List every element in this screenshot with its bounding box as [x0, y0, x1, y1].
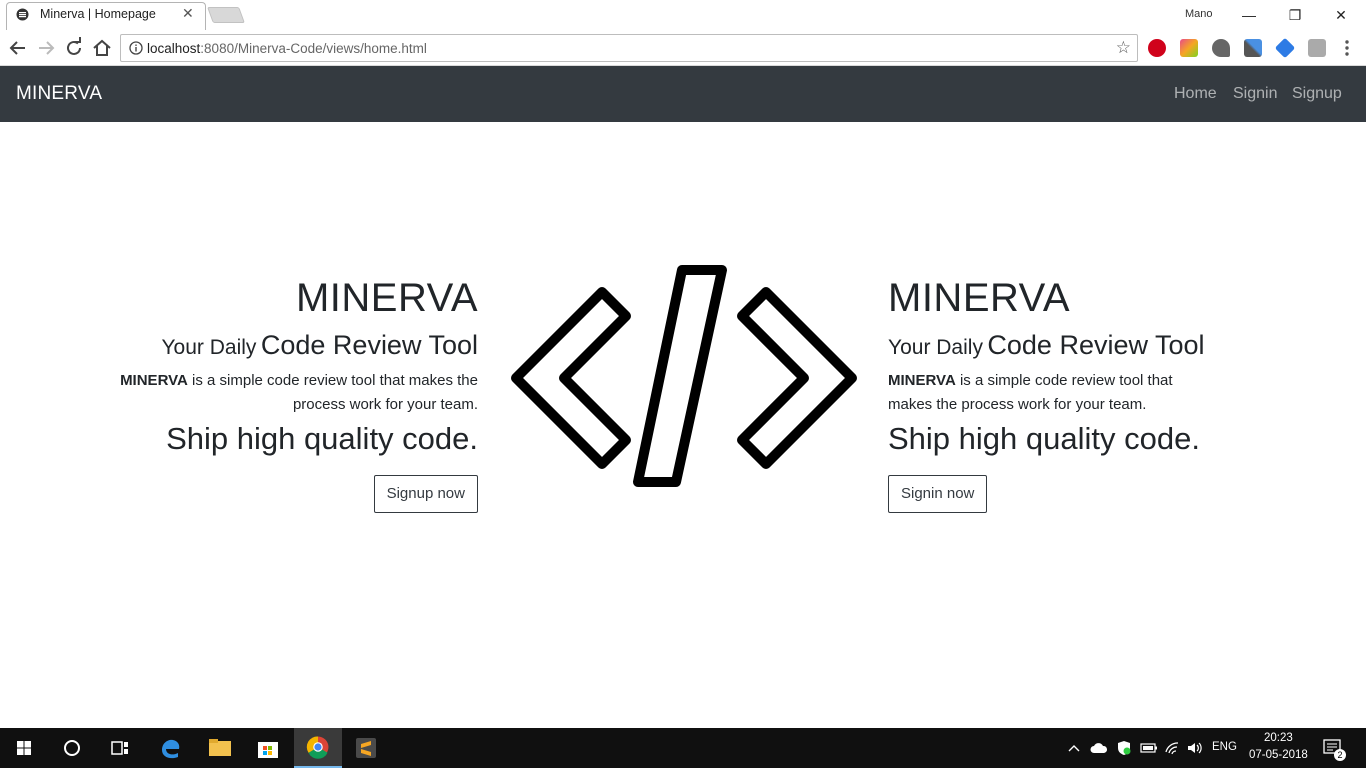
close-window-icon[interactable]: ✕	[1318, 2, 1364, 28]
tab-close-icon[interactable]: ✕	[182, 5, 194, 22]
bookmark-star-icon[interactable]: ☆	[1116, 38, 1131, 58]
file-explorer-icon[interactable]	[196, 728, 244, 768]
hero-right-title: MINERVA	[888, 276, 1071, 320]
store-icon[interactable]	[244, 728, 292, 768]
sublime-text-icon[interactable]	[342, 728, 390, 768]
hero-left-desc-text: is a simple code review tool that makes …	[187, 372, 478, 413]
hero-left-tagline: Ship high quality code.	[166, 421, 478, 456]
globe-icon	[16, 8, 29, 21]
profile-name[interactable]: Mano	[1182, 7, 1216, 21]
windows-taskbar: ENG 20:23 07-05-2018 2	[0, 728, 1366, 768]
hero-right-subtitle-bold: Code Review Tool	[987, 330, 1205, 360]
new-tab-button[interactable]	[207, 7, 245, 23]
browser-tabstrip: Minerva | Homepage ✕ Mano — ❐ ✕	[0, 0, 1366, 30]
tag-extension-icon[interactable]	[1274, 37, 1296, 59]
minimize-icon[interactable]: —	[1226, 2, 1272, 28]
hero-right-desc-brand: MINERVA	[888, 372, 956, 389]
clock-date[interactable]: 07-05-2018	[1249, 749, 1308, 761]
code-brackets-icon	[511, 265, 857, 487]
notification-count-badge[interactable]: 2	[1334, 749, 1346, 761]
wifi-icon[interactable]	[1164, 740, 1180, 756]
color-extension-icon[interactable]	[1180, 39, 1198, 57]
hero-right-section: MINERVA Your Daily Code Review Tool MINE…	[888, 270, 1308, 513]
windows-start-icon[interactable]	[0, 728, 48, 768]
volume-icon[interactable]	[1186, 740, 1204, 756]
hero-left-subtitle: Your Daily Code Review Tool	[100, 328, 478, 367]
address-bar[interactable]: localhost:8080/Minerva-Code/views/home.h…	[120, 34, 1138, 62]
reload-icon[interactable]	[62, 36, 86, 60]
brush-extension-icon[interactable]	[1212, 39, 1230, 57]
nav-link-signin[interactable]: Signin	[1233, 85, 1277, 103]
hero-left-title: MINERVA	[295, 276, 478, 320]
cube-extension-icon[interactable]	[1308, 39, 1326, 57]
url-path: :8080/Minerva-Code/views/home.html	[200, 41, 427, 56]
signup-now-button[interactable]: Signup now	[373, 475, 478, 513]
hero-right-description: MINERVA is a simple code review tool tha…	[888, 369, 1208, 417]
home-icon[interactable]	[90, 36, 114, 60]
adblock-icon[interactable]	[1148, 39, 1166, 57]
tab-title: Minerva | Homepage	[40, 7, 156, 21]
signin-now-button[interactable]: Signin now	[888, 475, 988, 513]
hero-right-tagline: Ship high quality code.	[888, 421, 1200, 456]
defender-shield-icon[interactable]	[1116, 740, 1132, 756]
hero-right-subtitle: Your Daily Code Review Tool	[888, 328, 1308, 367]
info-icon[interactable]	[129, 41, 143, 55]
task-view-icon[interactable]	[96, 728, 144, 768]
nav-link-home[interactable]: Home	[1174, 85, 1217, 103]
url-text[interactable]: localhost:8080/Minerva-Code/views/home.h…	[147, 41, 427, 56]
edge-browser-icon[interactable]	[146, 728, 194, 768]
hero-left-subtitle-bold: Code Review Tool	[260, 330, 478, 360]
hero-left-subtitle-light: Your Daily	[161, 336, 257, 359]
site-navbar: MINERVA Home Signin Signup	[0, 66, 1366, 122]
battery-icon[interactable]	[1140, 741, 1158, 755]
forward-icon[interactable]	[34, 36, 58, 60]
tray-chevron-up-icon[interactable]	[1068, 740, 1080, 756]
eyedropper-icon[interactable]	[1244, 39, 1262, 57]
hero-left-section: MINERVA Your Daily Code Review Tool MINE…	[100, 270, 478, 513]
nav-link-signup[interactable]: Signup	[1292, 85, 1342, 103]
onedrive-cloud-icon[interactable]	[1090, 741, 1108, 755]
back-icon[interactable]	[6, 36, 30, 60]
cortana-search-icon[interactable]	[48, 728, 96, 768]
hero-left-desc-brand: MINERVA	[120, 372, 188, 389]
more-menu-icon[interactable]	[1344, 38, 1350, 58]
hero-left-description: MINERVA is a simple code review tool tha…	[100, 369, 478, 417]
chrome-icon[interactable]	[294, 728, 342, 768]
browser-toolbar: localhost:8080/Minerva-Code/views/home.h…	[0, 30, 1366, 66]
input-language[interactable]: ENG	[1212, 741, 1237, 753]
hero-right-subtitle-light: Your Daily	[888, 336, 983, 359]
clock-time[interactable]: 20:23	[1264, 732, 1293, 744]
restore-icon[interactable]: ❐	[1272, 2, 1318, 28]
url-host: localhost	[147, 41, 201, 56]
navbar-brand[interactable]: MINERVA	[16, 83, 102, 105]
